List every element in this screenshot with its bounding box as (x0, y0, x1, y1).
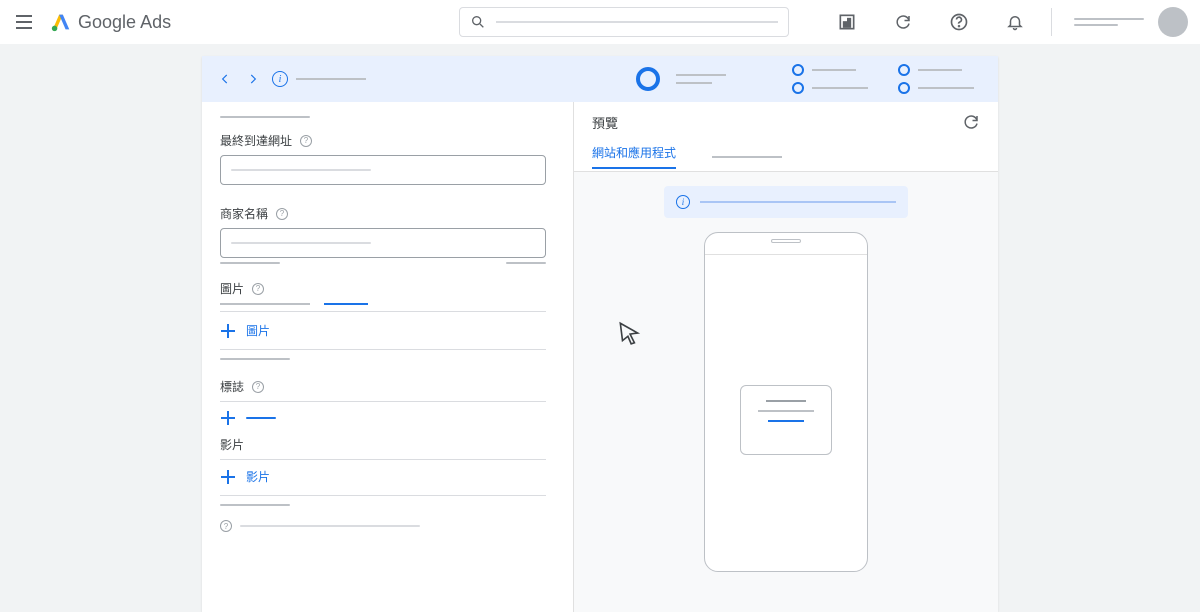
refresh-icon[interactable] (891, 10, 915, 34)
preview-info-banner (664, 186, 908, 218)
add-video-label: 影片 (246, 468, 270, 485)
business-name-label: 商家名稱 (220, 205, 268, 222)
add-image-button[interactable]: 圖片 (220, 322, 555, 339)
images-label: 圖片 (220, 280, 244, 297)
form-panel: 最終到達網址 商家名稱 圖片 圖片 (202, 102, 574, 612)
stepper-label-placeholder (296, 78, 366, 80)
info-icon (676, 195, 690, 209)
plus-icon (220, 410, 236, 426)
add-video-button[interactable]: 影片 (220, 468, 555, 485)
step-current-indicator (636, 67, 660, 91)
search-input[interactable] (459, 7, 789, 37)
form-header-placeholder (220, 116, 310, 118)
plus-icon (220, 469, 236, 485)
info-icon (220, 520, 232, 532)
images-tab-2[interactable] (324, 303, 368, 305)
videos-label: 影片 (220, 436, 244, 453)
brand-google: Google (78, 12, 136, 32)
stepper-bar (202, 56, 998, 102)
info-icon[interactable] (272, 71, 288, 87)
phone-mock (704, 232, 868, 572)
account-label (1074, 18, 1144, 26)
brand-text: Google Ads (78, 12, 171, 33)
help-icon[interactable] (300, 135, 312, 147)
final-url-label: 最終到達網址 (220, 132, 292, 149)
brand-ads: Ads (140, 12, 171, 32)
images-tab-1[interactable] (220, 303, 310, 305)
notifications-icon[interactable] (1003, 10, 1027, 34)
add-logo-button[interactable] (220, 410, 555, 426)
avatar[interactable] (1158, 7, 1188, 37)
preview-panel: 預覽 網站和應用程式 (574, 102, 998, 612)
help-icon[interactable] (252, 381, 264, 393)
stepper-forward-button[interactable] (244, 70, 262, 88)
help-icon[interactable] (947, 10, 971, 34)
images-tabs (220, 303, 546, 312)
stepper-back-button[interactable] (216, 70, 234, 88)
logos-label: 標誌 (220, 378, 244, 395)
ad-card-mock (740, 385, 832, 455)
add-image-label: 圖片 (246, 322, 270, 339)
google-ads-logo (50, 11, 72, 33)
business-name-input[interactable] (220, 228, 546, 258)
reports-icon[interactable] (835, 10, 859, 34)
cursor-icon (616, 320, 642, 346)
help-icon[interactable] (252, 283, 264, 295)
search-icon (470, 14, 486, 30)
preview-refresh-button[interactable] (962, 113, 980, 131)
preview-tab-web-app[interactable]: 網站和應用程式 (592, 144, 676, 169)
step-3 (898, 64, 974, 94)
preview-tab-2[interactable] (712, 156, 782, 158)
help-icon[interactable] (276, 208, 288, 220)
menu-icon[interactable] (12, 10, 36, 34)
separator (1051, 8, 1052, 36)
step-2 (792, 64, 868, 94)
plus-icon (220, 323, 236, 339)
final-url-input[interactable] (220, 155, 546, 185)
preview-title: 預覽 (592, 113, 618, 132)
